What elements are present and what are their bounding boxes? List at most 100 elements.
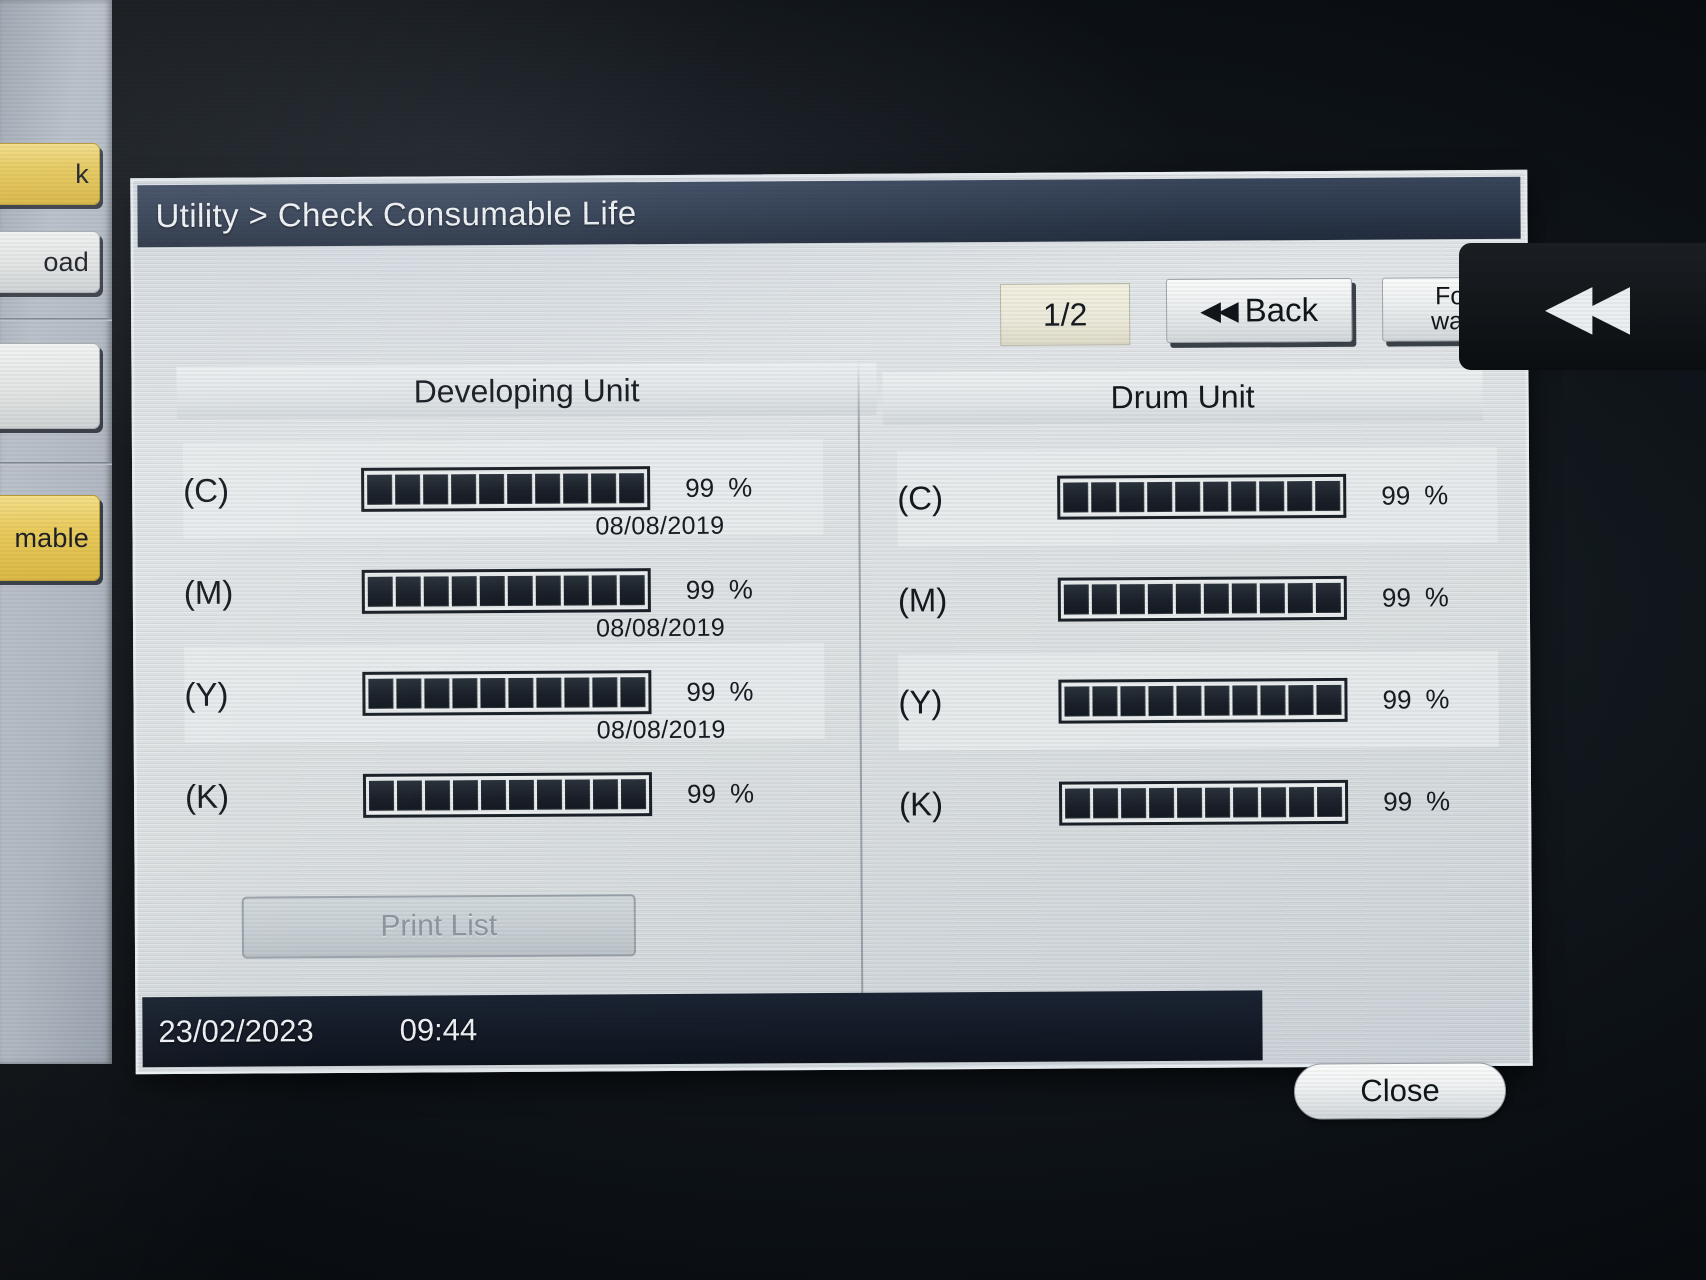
rewind-overlay-panel[interactable]: ◀◀ bbox=[1459, 243, 1706, 370]
back-button-label: Back bbox=[1244, 291, 1319, 329]
rewind-icon: ◀◀ bbox=[1200, 295, 1236, 326]
gauge-segment bbox=[1177, 787, 1203, 818]
print-list-button[interactable]: Print List bbox=[241, 894, 637, 959]
left-panel-button-0[interactable]: k bbox=[0, 143, 100, 205]
gauge-segment bbox=[395, 474, 421, 505]
gauge-segment bbox=[536, 677, 562, 708]
gauge-segment bbox=[423, 474, 449, 505]
gauge-segment bbox=[1233, 787, 1259, 818]
life-gauge bbox=[361, 466, 651, 512]
gauge-segment bbox=[1315, 480, 1341, 512]
gauge-segment bbox=[1287, 583, 1313, 614]
gauge-segment bbox=[1231, 583, 1257, 614]
gauge-segment bbox=[592, 677, 618, 708]
consumable-row: (K) 99% bbox=[899, 753, 1500, 853]
consumable-row: (Y) 99% bbox=[184, 643, 825, 743]
close-button[interactable]: Close bbox=[1293, 1062, 1507, 1120]
gauge-segment bbox=[1093, 788, 1119, 819]
gauge-segment bbox=[508, 677, 534, 708]
gauge-segment bbox=[1120, 686, 1146, 717]
left-panel-button-label: k bbox=[75, 158, 89, 189]
gauge-segment bbox=[591, 575, 617, 606]
drum-unit-header: Drum Unit bbox=[882, 369, 1483, 425]
gauge-segment bbox=[564, 779, 591, 810]
left-panel-button-label: oad bbox=[43, 246, 89, 277]
status-bar: 23/02/2023 09:44 bbox=[142, 990, 1263, 1068]
life-gauge bbox=[362, 670, 652, 716]
gauge-segment bbox=[619, 473, 645, 504]
gauge-segment bbox=[1205, 787, 1231, 818]
rewind-icon: ◀◀ bbox=[1544, 271, 1630, 341]
left-panel-button-label: mable bbox=[14, 522, 89, 553]
gauge-segment bbox=[479, 473, 505, 505]
life-gauge bbox=[1057, 473, 1347, 520]
gauge-segment bbox=[451, 576, 477, 607]
consumable-row: (M) 99% bbox=[898, 549, 1499, 649]
life-percent-value: 99 bbox=[686, 676, 716, 707]
gauge-segment bbox=[1092, 686, 1118, 717]
left-side-panel: k oad mable bbox=[0, 0, 112, 1064]
gauge-segment bbox=[1232, 685, 1258, 716]
consumable-row: (M) 99% bbox=[184, 541, 825, 641]
install-date: 08/08/2019 bbox=[595, 613, 726, 643]
life-percent-unit: % bbox=[1424, 479, 1449, 510]
status-time: 09:44 bbox=[399, 1012, 478, 1048]
life-percent-unit: % bbox=[728, 471, 753, 503]
gauge-segment bbox=[592, 779, 619, 810]
gauge-segment bbox=[1175, 583, 1201, 614]
life-percent-value: 99 bbox=[1381, 581, 1411, 613]
color-label: (Y) bbox=[898, 683, 943, 721]
gauge-segment bbox=[1063, 482, 1089, 513]
page-indicator: 1/2 bbox=[999, 283, 1131, 346]
life-percent-value: 99 bbox=[1383, 785, 1413, 817]
life-gauge bbox=[362, 772, 653, 818]
pagination-bar: 1/2 ◀◀ Back For- ward bbox=[134, 265, 1535, 363]
status-date: 23/02/2023 bbox=[158, 1013, 314, 1050]
gauge-segment bbox=[1065, 788, 1091, 819]
color-label: (K) bbox=[184, 777, 230, 815]
color-label: (C) bbox=[897, 479, 944, 517]
gauge-segment bbox=[1288, 685, 1314, 716]
developing-unit-header: Developing Unit bbox=[176, 362, 877, 419]
check-consumable-life-dialog: Utility > Check Consumable Life 1/2 ◀◀ B… bbox=[130, 169, 1535, 1075]
gauge-segment bbox=[396, 678, 422, 709]
life-gauge bbox=[1058, 779, 1349, 826]
gauge-segment bbox=[535, 575, 561, 606]
gauge-segment bbox=[1063, 584, 1089, 615]
gauge-segment bbox=[564, 677, 590, 708]
gauge-segment bbox=[1176, 685, 1202, 716]
color-label: (M) bbox=[897, 581, 948, 619]
gauge-segment bbox=[563, 575, 589, 606]
gauge-segment bbox=[1091, 482, 1117, 513]
gauge-segment bbox=[1287, 481, 1313, 512]
gauge-segment bbox=[368, 780, 395, 811]
gauge-segment bbox=[1259, 481, 1285, 512]
gauge-segment bbox=[1148, 685, 1174, 717]
life-percent-value: 99 bbox=[687, 778, 717, 809]
consumable-row: (K) 99% bbox=[185, 745, 826, 845]
gauge-segment bbox=[396, 780, 423, 811]
life-percent-unit: % bbox=[1426, 785, 1451, 816]
left-panel-button-1[interactable]: oad bbox=[0, 231, 100, 293]
gauge-segment bbox=[1091, 584, 1117, 615]
gauge-segment bbox=[367, 576, 393, 607]
gauge-segment bbox=[620, 677, 646, 708]
back-button[interactable]: ◀◀ Back bbox=[1165, 277, 1353, 343]
gauge-segment bbox=[1175, 481, 1201, 512]
left-panel-button-2[interactable] bbox=[0, 343, 100, 429]
color-label: (Y) bbox=[184, 675, 229, 713]
install-date: 08/08/2019 bbox=[596, 715, 726, 745]
life-percent-unit: % bbox=[728, 573, 753, 605]
gauge-segment bbox=[1260, 685, 1286, 716]
gauge-segment bbox=[1064, 686, 1090, 717]
color-label: (K) bbox=[899, 785, 944, 823]
gauge-segment bbox=[395, 576, 421, 607]
gauge-segment bbox=[423, 576, 449, 607]
consumable-row: (Y) 99% bbox=[898, 650, 1499, 751]
gauge-segment bbox=[1261, 787, 1287, 818]
life-percent-unit: % bbox=[1424, 581, 1449, 612]
left-panel-button-3[interactable]: mable bbox=[0, 495, 100, 581]
dialog-titlebar: Utility > Check Consumable Life bbox=[137, 176, 1521, 248]
gauge-segment bbox=[508, 779, 535, 810]
life-gauge bbox=[1058, 677, 1348, 724]
